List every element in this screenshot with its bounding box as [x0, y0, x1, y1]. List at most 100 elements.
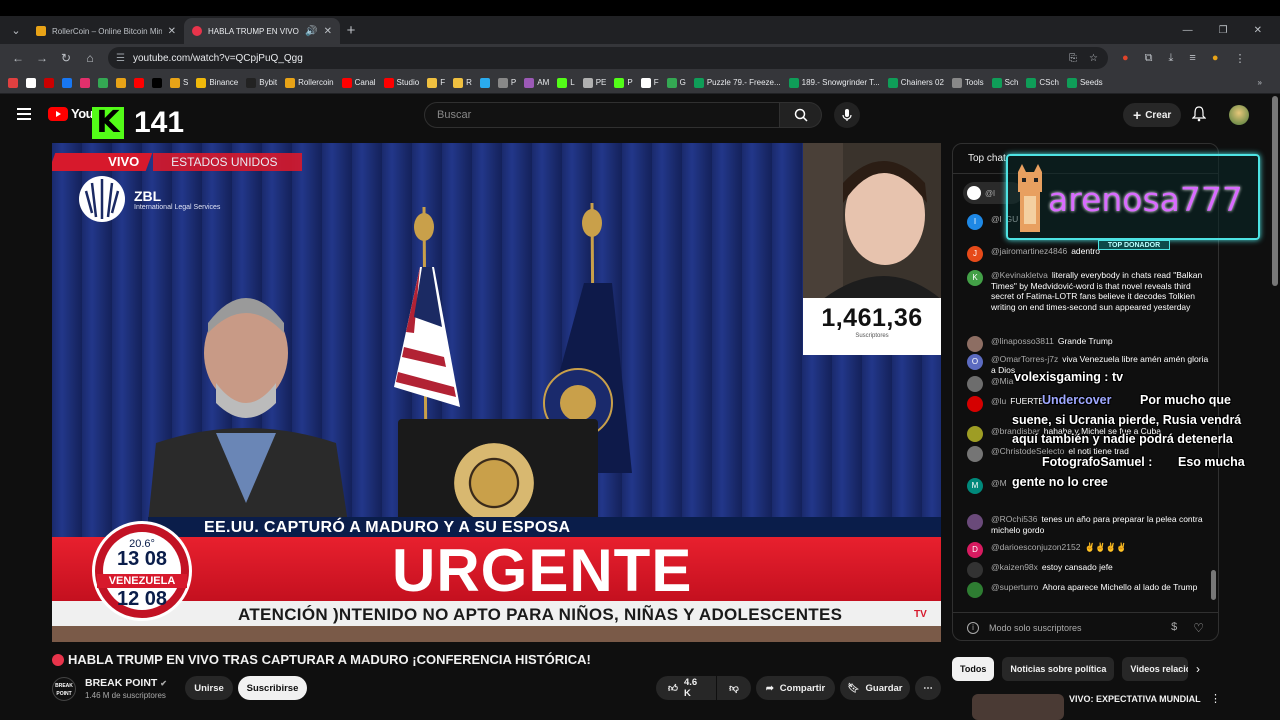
like-button[interactable]: 👍︎ 4.6 K — [656, 676, 716, 700]
new-tab-button[interactable]: + — [340, 22, 362, 39]
channel-avatar[interactable]: BREAK POINT — [52, 677, 76, 701]
bookmark-item[interactable]: Tools — [951, 77, 984, 88]
chat-message[interactable]: @linaposso3811 Grande Trump — [967, 336, 1211, 352]
bookmark-item[interactable]: S — [170, 77, 188, 88]
chat-author-name[interactable]: @Kevinakletva — [991, 270, 1048, 280]
tab-search-chevron-icon[interactable]: ⌄ — [4, 18, 28, 42]
bookmark-item[interactable]: Puzzle 79.- Freeze... — [693, 77, 781, 88]
chat-author-name[interactable]: @lu — [991, 396, 1006, 406]
bookmark-item[interactable] — [116, 77, 126, 88]
bookmark-item[interactable] — [479, 77, 490, 88]
close-tab-icon[interactable]: ✕ — [168, 26, 176, 37]
chat-author-avatar[interactable]: D — [967, 542, 983, 558]
bookmark-item[interactable]: 189.- Snowgrinder T... — [788, 77, 880, 88]
chat-message[interactable]: K @Kevinakletva literally everybody in cha… — [967, 270, 1211, 312]
browser-menu-icon[interactable]: ⋮ — [1234, 52, 1245, 65]
bookmark-item[interactable]: L — [557, 77, 575, 88]
channel-name[interactable]: BREAK POINT ✔ — [85, 677, 167, 689]
share-button[interactable]: ➦ Compartir — [756, 676, 835, 700]
chat-author-avatar[interactable]: J — [967, 246, 983, 262]
chat-author-name[interactable]: @linaposso3811 — [991, 336, 1054, 346]
bookmarks-overflow-icon[interactable]: » — [1258, 78, 1262, 87]
bookmark-item[interactable] — [134, 77, 144, 88]
chat-author-name[interactable]: @OmarTorres-j7z — [991, 354, 1058, 364]
chat-author-name[interactable]: @kaizen98x — [991, 562, 1038, 572]
chat-author-avatar[interactable] — [967, 396, 983, 412]
bookmark-item[interactable] — [98, 77, 108, 88]
tab-youtube[interactable]: HABLA TRUMP EN VIVO 🔊 ✕ — [184, 18, 340, 44]
user-avatar[interactable] — [1229, 105, 1249, 125]
bookmark-item[interactable]: P — [497, 77, 516, 88]
search-input[interactable]: Buscar — [424, 102, 780, 128]
video-player[interactable]: VIVO ESTADOS UNIDOS ZBL International Le… — [52, 143, 941, 642]
bookmark-item[interactable]: G — [666, 77, 686, 88]
chat-message[interactable]: J @jairomartinez4846 adentro — [967, 246, 1211, 262]
search-button[interactable] — [780, 102, 822, 128]
close-tab-icon[interactable]: ✕ — [324, 26, 332, 37]
chat-author-avatar[interactable] — [967, 426, 983, 442]
create-button[interactable]: + Crear — [1123, 103, 1182, 127]
close-window-icon[interactable]: ✕ — [1254, 25, 1262, 36]
chat-message[interactable]: @kaizen98x estoy cansado jefe — [967, 562, 1211, 578]
chevron-right-icon[interactable]: › — [1196, 662, 1200, 676]
restore-icon[interactable]: ❐ — [1219, 25, 1228, 36]
chat-author-name[interactable]: @ROchi536 — [991, 514, 1037, 524]
media-control-icon[interactable]: ≡ — [1189, 52, 1195, 65]
chat-author-avatar[interactable] — [967, 514, 983, 530]
chat-author-name[interactable]: @Mia — [991, 376, 1013, 386]
back-icon[interactable]: ← — [6, 51, 30, 65]
bookmark-star-icon[interactable]: ☆ — [1089, 53, 1098, 64]
bookmark-item[interactable] — [26, 77, 36, 88]
chat-message[interactable]: D @darioesconjuzon2152 ✌✌✌✌ — [967, 542, 1211, 558]
chat-author-name[interactable]: @M — [991, 478, 1007, 488]
voice-search-button[interactable] — [834, 102, 860, 128]
url-bar[interactable]: ☰ youtube.com/watch?v=QCpjPuQ_Qgg ⎘ ☆ — [108, 47, 1108, 69]
bookmark-item[interactable] — [80, 77, 90, 88]
home-icon[interactable]: ⌂ — [78, 51, 102, 65]
chip-politics-news[interactable]: Noticias sobre política — [1002, 657, 1115, 681]
bookmark-item[interactable]: Sch — [991, 77, 1018, 88]
heart-icon[interactable]: ♡ — [1193, 621, 1204, 635]
chat-message[interactable]: @ROchi536 tenes un año para preparar la p… — [967, 514, 1211, 535]
extension-fox-icon[interactable]: ● — [1122, 52, 1129, 65]
speaker-icon[interactable]: 🔊 — [305, 26, 317, 37]
bookmark-item[interactable] — [62, 77, 72, 88]
recommended-video[interactable]: VIVO: EXPECTATIVA MUNDIAL ⋮ — [952, 690, 1262, 720]
chat-author-name[interactable]: @darioesconjuzon2152 — [991, 542, 1080, 552]
profile-icon[interactable]: ● — [1212, 52, 1219, 65]
chat-author-avatar[interactable]: K — [967, 270, 983, 286]
save-button[interactable]: 🔖︎ Guardar — [840, 676, 910, 700]
bookmark-item[interactable]: Canal — [341, 77, 376, 88]
chip-all[interactable]: Todos — [952, 657, 995, 681]
chat-author-avatar[interactable]: l — [967, 214, 983, 230]
chat-author-name[interactable]: @superturro — [991, 582, 1038, 592]
bookmark-item[interactable]: PE — [582, 77, 606, 88]
bookmark-item[interactable]: Rollercoin — [285, 77, 334, 88]
site-info-icon[interactable]: ☰ — [116, 53, 125, 64]
more-vertical-icon[interactable]: ⋮ — [1210, 692, 1221, 705]
bookmark-item[interactable] — [8, 77, 18, 88]
hamburger-menu-icon[interactable] — [17, 108, 31, 120]
chat-author-avatar[interactable] — [967, 582, 983, 598]
minimize-icon[interactable]: — — [1183, 25, 1193, 36]
recommended-title[interactable]: VIVO: EXPECTATIVA MUNDIAL — [1069, 694, 1201, 704]
chat-author-avatar[interactable] — [967, 562, 983, 578]
bookmark-item[interactable]: AM — [524, 77, 549, 88]
more-actions-button[interactable]: ⋯ — [915, 676, 941, 700]
bookmark-item[interactable]: P — [614, 77, 633, 88]
chat-author-avatar[interactable] — [967, 376, 983, 392]
bookmark-item[interactable]: CSch — [1026, 77, 1059, 88]
install-icon[interactable]: ⎘ — [1069, 53, 1077, 64]
bookmark-item[interactable]: Binance — [196, 77, 238, 88]
bookmark-item[interactable]: Chainers 02 — [887, 77, 944, 88]
subscribe-button[interactable]: Suscribirse — [238, 676, 307, 700]
bookmark-item[interactable]: Studio — [383, 77, 419, 88]
download-icon[interactable]: ⤓ — [1169, 52, 1174, 65]
bookmark-item[interactable]: F — [427, 77, 445, 88]
bookmark-item[interactable]: Seeds — [1066, 77, 1103, 88]
info-icon[interactable]: i — [967, 621, 979, 634]
notifications-button[interactable] — [1191, 106, 1207, 127]
forward-icon[interactable]: → — [30, 51, 54, 65]
super-chat-icon[interactable]: $ — [1171, 621, 1177, 635]
chat-author-avatar[interactable]: M — [967, 478, 983, 494]
